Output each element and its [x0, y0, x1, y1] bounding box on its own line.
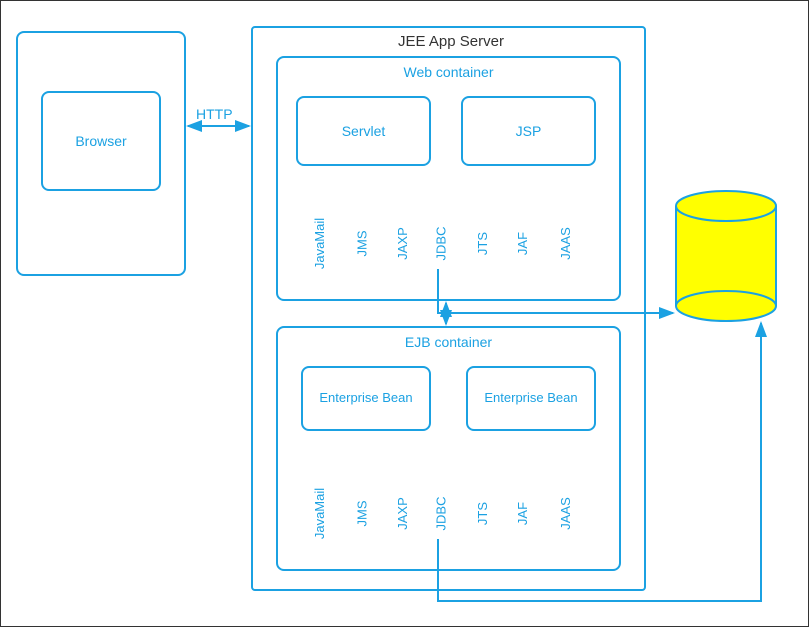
web-tech-jaas: JAAS: [558, 227, 573, 260]
ejb-tech-javamail: JavaMail: [312, 488, 327, 539]
jsp-box: JSP: [461, 96, 596, 166]
web-tech-jms: JMS: [355, 231, 370, 257]
enterprise-bean-1-label: Enterprise Bean: [303, 368, 429, 429]
ejb-tech-jaas: JAAS: [558, 497, 573, 530]
web-tech-jaxp: JAXP: [395, 227, 410, 260]
database-label: Database: [686, 256, 766, 272]
jsp-label: JSP: [463, 98, 594, 164]
ejb-tech-jaxp: JAXP: [395, 497, 410, 530]
diagram-canvas: Browser JEE App Server Web container Ser…: [0, 0, 809, 627]
browser-label: Browser: [43, 93, 159, 189]
ejb-tech-jdbc: JDBC: [433, 497, 448, 531]
ejb-container-box: EJB container: [276, 326, 621, 571]
app-server-title: JEE App Server: [361, 33, 541, 50]
web-tech-jts: JTS: [475, 232, 490, 255]
ejb-tech-jts: JTS: [475, 502, 490, 525]
servlet-label: Servlet: [298, 98, 429, 164]
servlet-box: Servlet: [296, 96, 431, 166]
enterprise-bean-2-box: Enterprise Bean: [466, 366, 596, 431]
http-label: HTTP: [196, 106, 233, 122]
browser-box: Browser: [41, 91, 161, 191]
web-tech-javamail: JavaMail: [312, 218, 327, 269]
ejb-tech-jms: JMS: [355, 501, 370, 527]
ejb-tech-jaf: JAF: [515, 502, 530, 525]
ejb-container-title: EJB container: [278, 328, 619, 350]
web-container-title: Web container: [278, 58, 619, 80]
web-container-box: Web container: [276, 56, 621, 301]
web-tech-jdbc: JDBC: [433, 227, 448, 261]
enterprise-bean-1-box: Enterprise Bean: [301, 366, 431, 431]
web-tech-jaf: JAF: [515, 232, 530, 255]
enterprise-bean-2-label: Enterprise Bean: [468, 368, 594, 429]
